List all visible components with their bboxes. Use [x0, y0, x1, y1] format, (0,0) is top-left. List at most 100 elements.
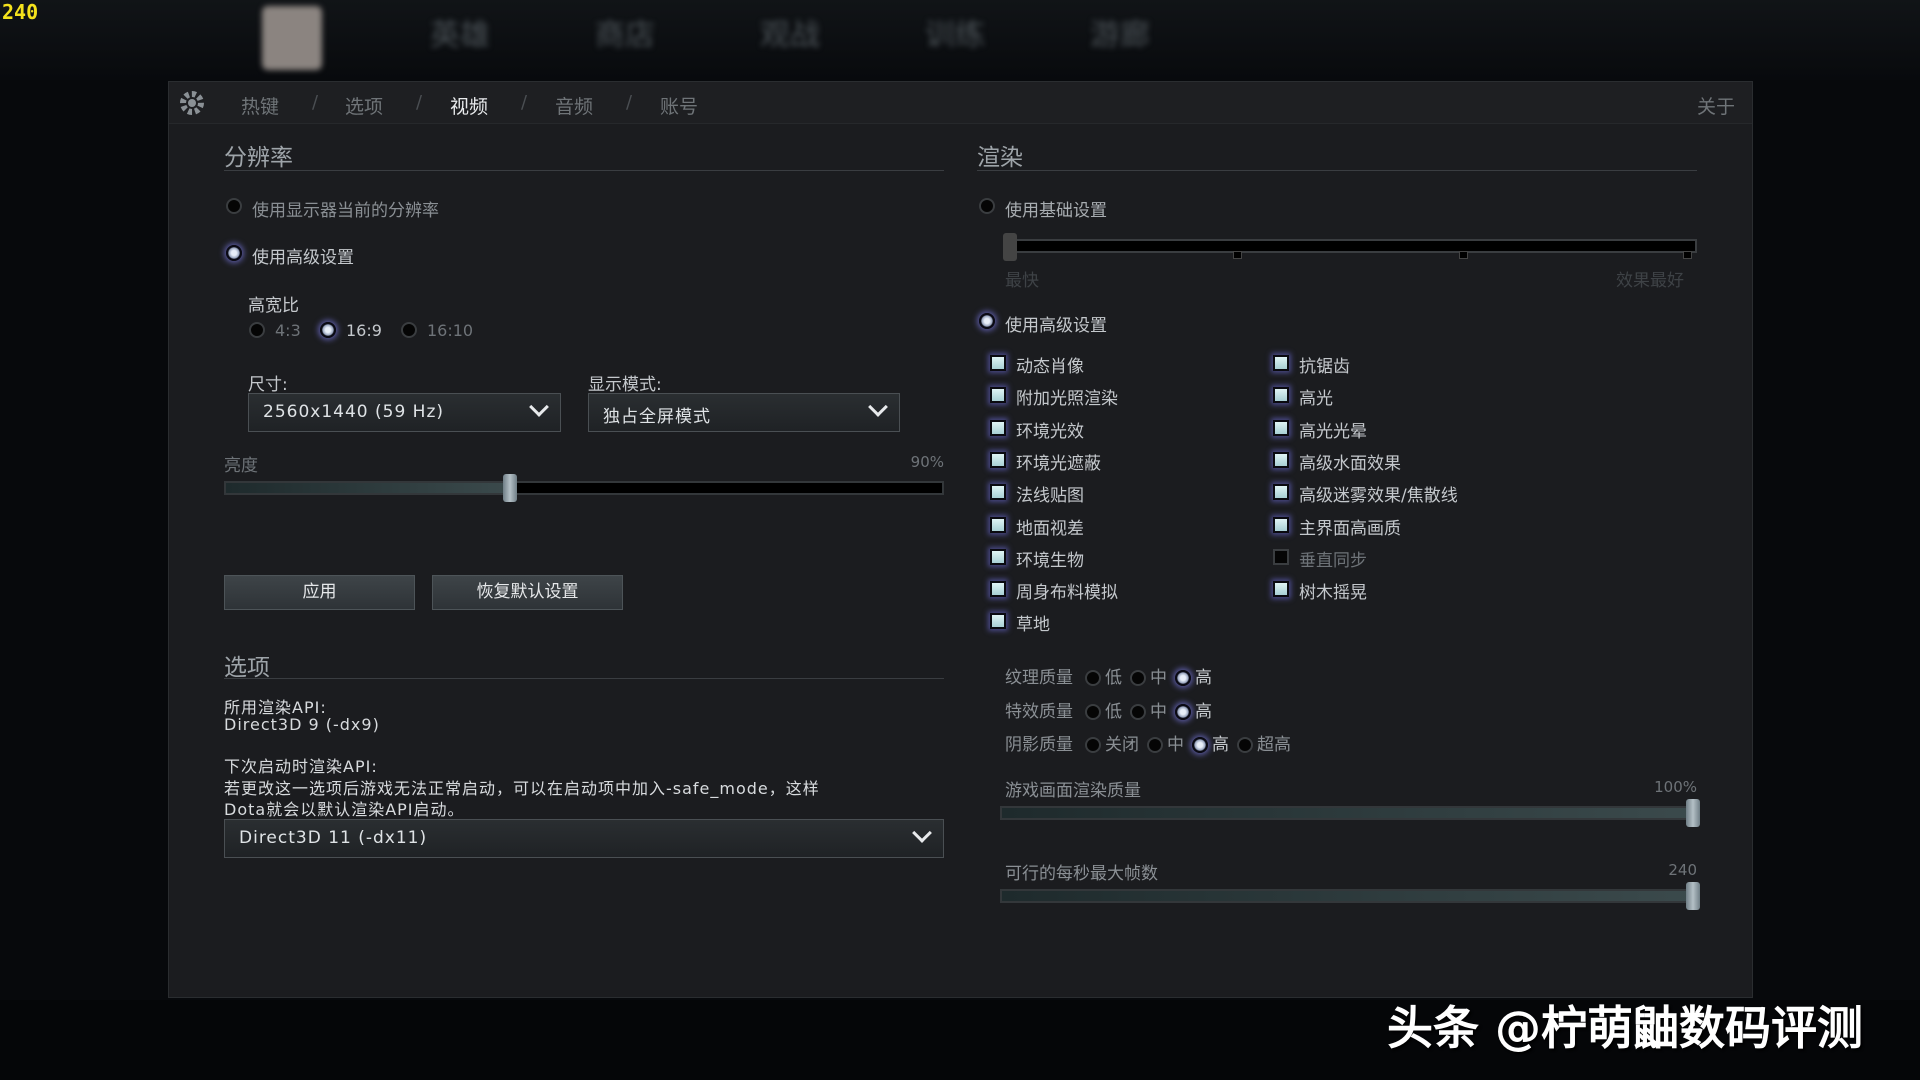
render-quality-slider[interactable] [1000, 806, 1697, 820]
settings-tabs: 热键 / 选项 / 视频 / 音频 / 账号 关于 [169, 82, 1752, 124]
nav-store[interactable]: 商店 [595, 10, 655, 54]
checkbox[interactable] [1273, 452, 1289, 468]
checkbox-label: 法线贴图 [1016, 481, 1084, 506]
use-advanced-resolution-radio[interactable] [226, 245, 242, 261]
nav-heroes[interactable]: 英雄 [430, 10, 490, 54]
options-title: 选项 [224, 648, 270, 682]
checkbox[interactable] [990, 484, 1006, 500]
use-basic-render-label: 使用基础设置 [1005, 196, 1107, 221]
use-advanced-render-radio[interactable] [979, 313, 995, 329]
slider-tick [1459, 251, 1468, 259]
aspect-16-10-radio[interactable] [401, 322, 417, 338]
quality-radio[interactable] [1130, 670, 1146, 686]
aspect-16-9-label: 16:9 [346, 321, 382, 340]
use-monitor-resolution-radio[interactable] [226, 198, 242, 214]
gear-icon[interactable] [177, 88, 207, 118]
checkbox[interactable] [990, 581, 1006, 597]
tab-audio[interactable]: 音频 [555, 92, 593, 119]
api-note-line2: Dota就会以默认渲染API启动。 [224, 796, 465, 820]
tab-separator: / [416, 92, 422, 113]
use-advanced-render-label: 使用高级设置 [1005, 311, 1107, 336]
divider [224, 170, 944, 171]
checkbox[interactable] [1273, 517, 1289, 533]
tab-video[interactable]: 视频 [450, 92, 488, 119]
render-quality-thumb[interactable] [1686, 799, 1700, 827]
tab-options[interactable]: 选项 [345, 92, 383, 119]
checkbox[interactable] [1273, 484, 1289, 500]
checkbox[interactable] [1273, 387, 1289, 403]
next-api-dropdown[interactable]: Direct3D 11 (-dx11) [224, 819, 944, 858]
checkbox-label: 主界面高画质 [1299, 514, 1401, 539]
checkbox[interactable] [990, 387, 1006, 403]
quality-radio[interactable] [1175, 670, 1191, 686]
max-fps-thumb[interactable] [1686, 882, 1700, 910]
tab-account[interactable]: 账号 [660, 92, 698, 119]
aspect-16-9-radio[interactable] [320, 322, 336, 338]
about-link[interactable]: 关于 [1697, 92, 1735, 119]
quality-option-label: 中 [1150, 668, 1167, 688]
checkbox-label: 周身布料模拟 [1016, 578, 1118, 603]
nav-learn[interactable]: 训练 [925, 10, 985, 54]
quality-option-label: 低 [1105, 668, 1122, 688]
checkbox[interactable] [1273, 420, 1289, 436]
chevron-down-icon [912, 823, 932, 843]
slider-tick [1683, 251, 1692, 259]
quality-option-label: 超高 [1257, 735, 1291, 755]
brightness-label: 亮度 [224, 451, 258, 476]
display-mode-dropdown[interactable]: 独占全屏模式 [588, 393, 900, 432]
quality-radio[interactable] [1085, 704, 1101, 720]
basic-render-thumb[interactable] [1003, 233, 1017, 261]
quality-option-label: 高 [1195, 702, 1212, 722]
checkbox[interactable] [1273, 581, 1289, 597]
use-monitor-resolution-label: 使用显示器当前的分辨率 [252, 196, 439, 221]
brightness-thumb[interactable] [503, 474, 517, 502]
checkbox[interactable] [990, 549, 1006, 565]
quality-option-label: 关闭 [1105, 735, 1139, 755]
tab-hotkeys[interactable]: 热键 [241, 92, 279, 119]
checkbox-label: 附加光照渲染 [1016, 384, 1118, 409]
checkbox[interactable] [1273, 355, 1289, 371]
nav-arcade[interactable]: 游廊 [1090, 10, 1150, 54]
aspect-4-3-radio[interactable] [249, 322, 265, 338]
render-title: 渲染 [977, 138, 1023, 172]
aspect-16-10-label: 16:10 [427, 321, 473, 340]
render-quality-fill [1002, 808, 1695, 818]
tab-separator: / [626, 92, 632, 113]
checkbox[interactable] [990, 420, 1006, 436]
brightness-value: 90% [889, 453, 944, 471]
aspect-4-3-label: 4:3 [275, 321, 301, 340]
checkbox-label: 抗锯齿 [1299, 352, 1350, 377]
quality-option-label: 高 [1195, 668, 1212, 688]
quality-radio[interactable] [1147, 737, 1163, 753]
checkbox[interactable] [990, 452, 1006, 468]
quality-radio[interactable] [1130, 704, 1146, 720]
divider [977, 170, 1697, 171]
quality-option-label: 低 [1105, 702, 1122, 722]
dota-logo-icon[interactable] [262, 6, 322, 70]
quality-radio[interactable] [1237, 737, 1253, 753]
checkbox[interactable] [1273, 549, 1289, 565]
quality-row: 纹理质量 低 中 高 [1005, 663, 1218, 685]
slider-tick [1233, 251, 1242, 259]
basic-render-slider[interactable] [1011, 239, 1697, 253]
checkbox[interactable] [990, 613, 1006, 629]
brightness-slider[interactable] [224, 481, 944, 495]
max-fps-slider[interactable] [1000, 889, 1697, 903]
quality-radio[interactable] [1085, 670, 1101, 686]
size-dropdown[interactable]: 2560x1440 (59 Hz) [248, 393, 561, 432]
checkbox-label: 高光光晕 [1299, 417, 1367, 442]
checkbox-label: 高级水面效果 [1299, 449, 1401, 474]
reset-defaults-button[interactable]: 恢复默认设置 [432, 575, 623, 610]
nav-watch[interactable]: 观战 [760, 10, 820, 54]
quality-radio[interactable] [1175, 704, 1191, 720]
checkbox[interactable] [990, 355, 1006, 371]
checkbox[interactable] [990, 517, 1006, 533]
quality-radio[interactable] [1192, 737, 1208, 753]
game-top-bar: 英雄 商店 观战 训练 游廊 [0, 0, 1920, 80]
quality-label: 纹理质量 [1005, 668, 1073, 688]
display-mode-label: 显示模式: [588, 370, 662, 395]
quality-radio[interactable] [1085, 737, 1101, 753]
apply-button[interactable]: 应用 [224, 575, 415, 610]
chevron-down-icon [868, 397, 888, 417]
use-basic-render-radio[interactable] [979, 198, 995, 214]
